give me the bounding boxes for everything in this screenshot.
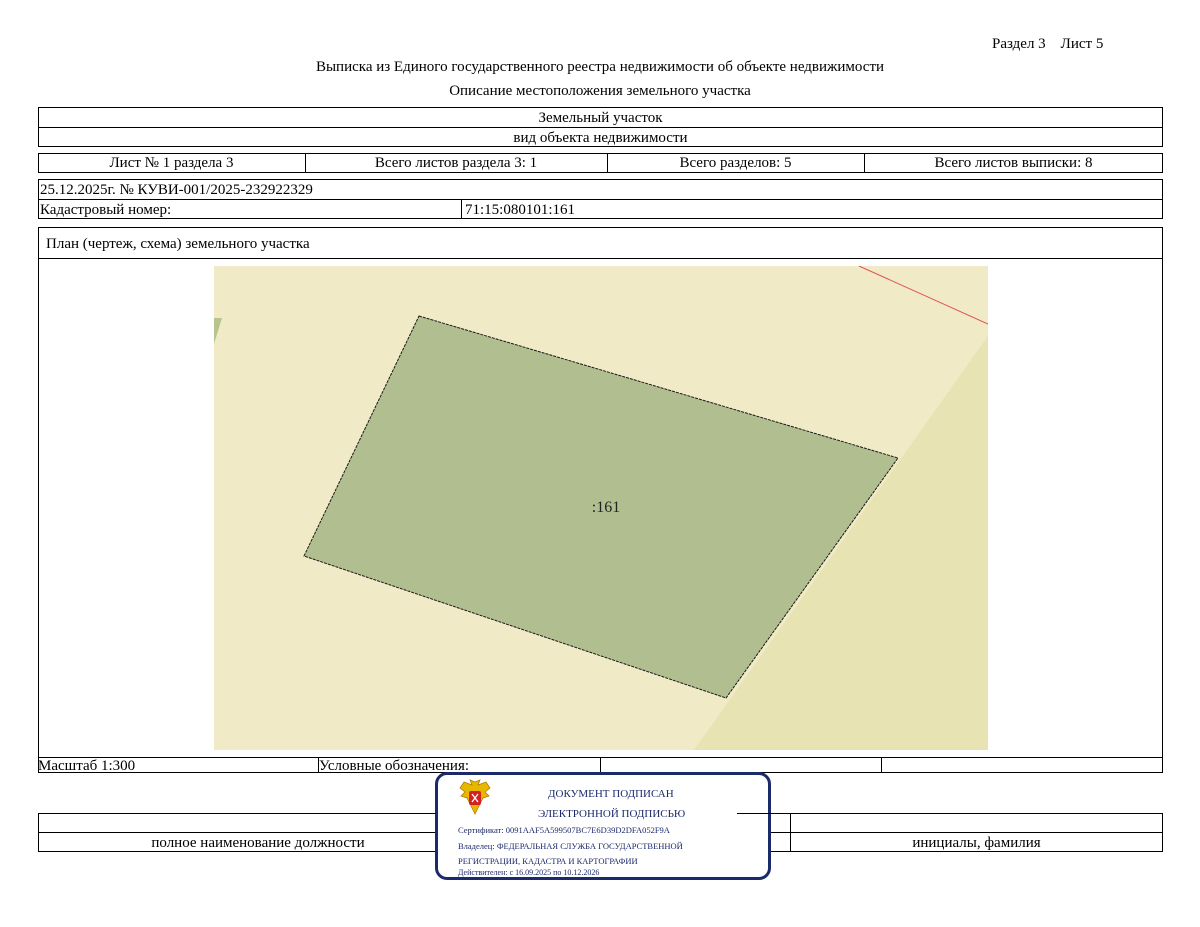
coat-of-arms-icon xyxy=(459,779,491,815)
total-sections: Всего разделов: 5 xyxy=(679,155,792,171)
object-type: Земельный участок xyxy=(538,110,663,126)
cadastral-number: 71:15:080101:161 xyxy=(465,202,576,218)
position-caption: полное наименование должности xyxy=(151,835,365,851)
parcel-map: :161 xyxy=(214,266,988,750)
stamp-line1: ДОКУМЕНТ ПОДПИСАН xyxy=(548,788,674,800)
document-subtitle: Описание местоположения земельного участ… xyxy=(449,83,751,99)
section-sheet-label: Раздел 3 Лист 5 xyxy=(992,36,1104,52)
parcel-label: :161 xyxy=(592,499,620,516)
cadastral-label: Кадастровый номер: xyxy=(40,202,172,218)
name-caption: инициалы, фамилия xyxy=(912,835,1041,851)
sheet-number: Лист № 1 раздела 3 xyxy=(109,155,234,171)
stamp-certificate: Сертификат: 0091AAF5A599507BC7E6D39D2DFA… xyxy=(458,825,670,835)
stamp-owner-line1: Владелец: ФЕДЕРАЛЬНАЯ СЛУЖБА ГОСУДАРСТВЕ… xyxy=(458,841,683,851)
stamp-valid: Действителен: с 16.09.2025 по 10.12.2026 xyxy=(458,868,600,877)
signature-stamp: ДОКУМЕНТ ПОДПИСАН ЭЛЕКТРОННОЙ ПОДПИСЬЮ С… xyxy=(435,772,771,880)
total-sheets-extract: Всего листов выписки: 8 xyxy=(934,155,1093,171)
object-type-caption: вид объекта недвижимости xyxy=(513,130,688,146)
plan-title: План (чертеж, схема) земельного участка xyxy=(46,236,310,252)
document-title: Выписка из Единого государственного реес… xyxy=(315,59,885,75)
scale-label: Масштаб 1:300 xyxy=(38,758,136,774)
total-sheets-section: Всего листов раздела 3: 1 xyxy=(374,155,538,171)
stamp-line2: ЭЛЕКТРОННОЙ ПОДПИСЬЮ xyxy=(538,808,686,820)
stamp-owner-line2: РЕГИСТРАЦИИ, КАДАСТРА И КАРТОГРАФИИ xyxy=(458,856,638,866)
record-date-number: 25.12.2025г. № КУВИ-001/2025-232922329 xyxy=(40,182,313,198)
